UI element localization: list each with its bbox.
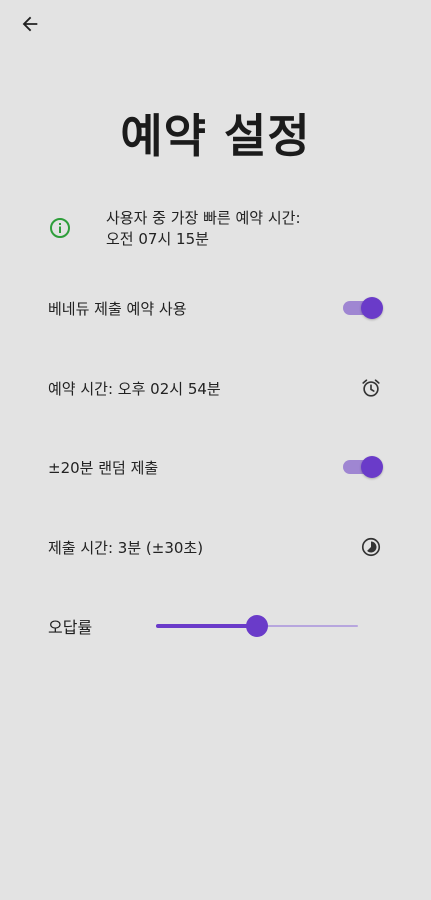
earliest-time-text: 사용자 중 가장 빠른 예약 시간: 오전 07시 15분	[106, 208, 301, 250]
random-submit-row[interactable]: ±20분 랜덤 제출	[48, 447, 383, 487]
submit-reservation-toggle[interactable]	[343, 296, 383, 320]
page-title: 예약 설정	[120, 109, 311, 163]
random-submit-label: ±20분 랜덤 제출	[48, 458, 159, 477]
submit-reservation-label: 베네듀 제출 예약 사용	[48, 299, 187, 318]
reservation-time-label: 예약 시간: 오후 02시 54분	[48, 379, 221, 398]
submit-duration-label: 제출 시간: 3분 (±30초)	[48, 538, 204, 557]
arrow-left-icon	[19, 13, 41, 39]
alarm-clock-icon[interactable]	[359, 376, 383, 400]
error-rate-row: 오답률	[48, 606, 368, 646]
random-submit-toggle[interactable]	[343, 455, 383, 479]
info-line-2: 오전 07시 15분	[106, 230, 209, 248]
earliest-time-info: 사용자 중 가장 빠른 예약 시간: 오전 07시 15분	[48, 208, 301, 250]
slider-active-track	[156, 624, 257, 628]
slider-thumb[interactable]	[246, 615, 268, 637]
submit-duration-row[interactable]: 제출 시간: 3분 (±30초)	[48, 527, 383, 567]
toggle-thumb	[361, 297, 383, 319]
reservation-time-row[interactable]: 예약 시간: 오후 02시 54분	[48, 368, 383, 408]
submit-reservation-row[interactable]: 베네듀 제출 예약 사용	[48, 288, 383, 328]
timelapse-icon[interactable]	[359, 535, 383, 559]
info-icon	[48, 216, 72, 240]
toggle-thumb	[361, 456, 383, 478]
error-rate-slider[interactable]	[156, 606, 358, 646]
error-rate-label: 오답률	[48, 618, 93, 637]
info-line-1: 사용자 중 가장 빠른 예약 시간:	[106, 209, 301, 227]
back-button[interactable]	[16, 12, 44, 40]
